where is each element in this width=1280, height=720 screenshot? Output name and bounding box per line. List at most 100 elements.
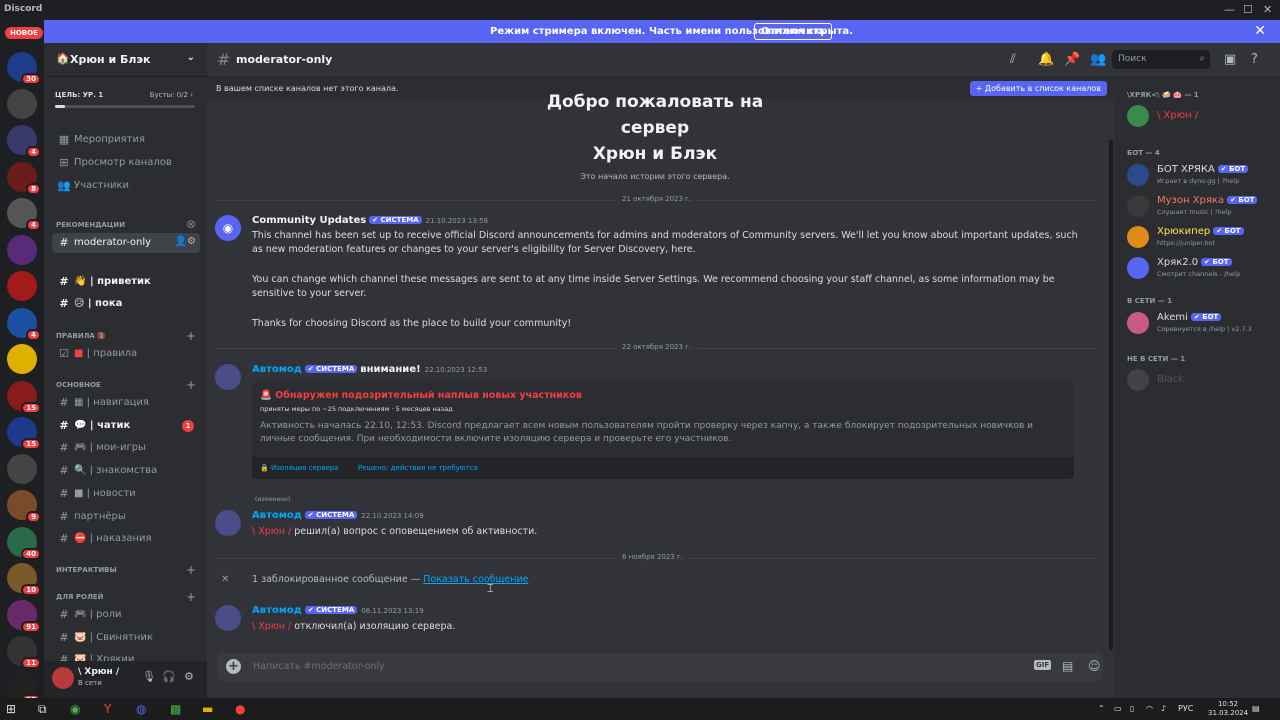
category-interactive[interactable]: ИНТЕРАКТИВЫ + [48,563,200,577]
guild-header[interactable]: 🏠 Хрюн и Блэк ⌄ [44,43,207,77]
battery-icon[interactable]: ▯ [1130,704,1134,713]
channel-item[interactable]: # 💬 | чатик 1 [52,416,200,436]
message-author[interactable]: Автомод [252,364,302,375]
member-owner[interactable]: \ Хрюн / [1125,102,1275,132]
volume-icon[interactable]: ♪ [1161,704,1166,713]
server-icon[interactable]: 91 [7,599,41,633]
gear-icon[interactable]: ⚙ [184,670,194,683]
close-icon[interactable]: ✕ [221,574,229,585]
member-item[interactable]: БОТ ХРЯКА ✔ БОТ Играет в dyno.gg | ?help [1125,161,1275,191]
server-icon[interactable]: 11 [7,636,41,669]
add-channel-icon[interactable]: + [186,378,196,392]
channel-item[interactable]: # ▦ | навигация [52,393,200,413]
channel-item[interactable]: # ■ | новости [52,484,200,504]
server-icon[interactable]: 30 [7,52,41,85]
avatar[interactable] [52,667,74,689]
obs-icon[interactable]: ● [235,702,245,716]
minimize-button[interactable]: — [1224,3,1235,16]
server-icon[interactable]: 10 [7,563,41,596]
new-badge[interactable]: НОВОЕ [5,27,43,39]
avatar[interactable] [215,605,241,631]
avatar[interactable] [215,364,241,390]
user-name[interactable]: \ Хрюн / [78,667,119,677]
server-icon[interactable] [7,88,37,119]
member-offline[interactable]: Black [1125,366,1275,396]
channel-item[interactable]: # 🐷 | Свинятник [52,628,200,648]
member-item[interactable]: Хрюкипер ✔ БОТ https://juniper.bot [1125,223,1275,253]
server-icon[interactable]: 8 [7,161,41,195]
yandex-icon[interactable]: Y [104,702,111,716]
channel-item[interactable]: # 🎮 | мои-игры [52,438,200,458]
network-icon[interactable]: ▭ [1114,704,1122,713]
minecraft-icon[interactable]: ▩ [170,702,181,716]
server-icon[interactable] [7,271,37,301]
help-icon[interactable]: ? [1251,52,1258,67]
category-roles[interactable]: ДЛЯ РОЛЕЙ + [48,590,200,604]
channel-settings-icon[interactable]: 👤⚙ [175,236,196,247]
channel-rules[interactable]: ☑ ■ | правила [52,344,200,364]
server-icon[interactable]: 4 [7,198,41,231]
server-icon[interactable]: 4 [7,307,41,341]
chrome-icon[interactable]: ◉ [70,702,80,716]
add-channel-icon[interactable]: + [186,563,196,577]
threads-icon[interactable]: ⫽ [1010,52,1016,67]
sidebar-item-browse-channels[interactable]: ⊞ Просмотр каналов [52,153,200,173]
resolved-link[interactable]: Решено: действия не требуются [358,464,478,472]
folder-icon[interactable]: ▬ [202,702,213,716]
maximize-button[interactable]: ☐ [1243,3,1253,16]
category-main[interactable]: ОСНОВНОЕ + [48,378,200,392]
member-list-icon[interactable]: 👥 [1090,52,1106,67]
server-icon[interactable]: 15 [7,380,41,414]
chevron-up-icon[interactable]: ⌃ [1098,704,1105,713]
message-composer[interactable]: + Написать #moderator-only GIF ▤ ☺ [217,653,1103,681]
channel-item[interactable]: # ⛔ | наказания [52,529,200,549]
category-rules[interactable]: ПРАВИЛА 🔞 + [48,329,200,343]
clock[interactable]: 10:52 31.03.2024 [1208,700,1248,718]
sidebar-item-events[interactable]: ▦ Мероприятия [52,130,200,150]
boost-goal[interactable]: ЦЕЛЬ: УР. 1 Бусты: 0/2 › [44,83,207,111]
emoji-icon[interactable]: ☺ [1088,659,1101,673]
wifi-icon[interactable]: ◠ [1146,704,1153,713]
channel-poka[interactable]: # 😥 | пока [52,294,200,314]
close-banner-icon[interactable]: ✕ [1254,23,1266,39]
close-icon[interactable]: ⊗ [186,217,196,231]
server-lockdown-link[interactable]: 🔒 Изоляция сервера [260,464,338,472]
server-icon[interactable] [7,234,37,265]
channel-item[interactable]: # 🔍 | знакомства [52,461,200,481]
search-input[interactable]: Поиск ⌕ [1112,50,1210,69]
headphones-icon[interactable]: 🎧 [162,670,176,683]
add-channel-icon[interactable]: + [186,329,196,343]
close-window-button[interactable]: ✕ [1263,3,1272,16]
avatar[interactable] [215,510,241,536]
show-message-link[interactable]: Показать сообщение [423,574,528,585]
member-item[interactable]: Хряк2.0 ✔ БОТ Смотрит channels - /help [1125,254,1275,284]
discord-taskbar-icon[interactable]: ◍ [136,702,146,716]
language-indicator[interactable]: РУС [1178,704,1193,713]
composer-placeholder[interactable]: Написать #moderator-only [253,661,385,672]
add-attachment-icon[interactable]: + [226,659,241,674]
gif-icon[interactable]: GIF [1034,660,1052,670]
server-icon[interactable]: 15 [7,417,41,450]
discord-logo-icon[interactable]: ◉ [215,215,241,241]
disable-streamer-mode-button[interactable]: Отключить [754,23,833,40]
message-author[interactable]: Автомод [252,510,302,521]
add-channel-icon[interactable]: + [186,590,196,604]
windows-start-icon[interactable]: ⊞ [6,702,16,716]
sidebar-item-members[interactable]: 👥 Участники [52,176,200,196]
bell-icon[interactable]: 🔔 [1038,52,1054,67]
sticker-icon[interactable]: ▤ [1062,659,1073,673]
message-author[interactable]: Автомод [252,605,302,616]
category-recommended[interactable]: РЕКОМЕНДАЦИИ ⊗ [48,217,200,232]
chevron-down-icon[interactable]: ⌄ [187,52,195,63]
server-icon[interactable]: 40 [7,526,41,560]
member-item[interactable]: Музон Хряка ✔ БОТ Слушает music | !help [1125,192,1275,222]
channel-item[interactable]: # партнёры [52,507,200,527]
server-icon[interactable] [7,453,37,484]
channel-privetik[interactable]: # 👋 | приветик [52,272,200,292]
task-view-icon[interactable]: ⧉ [38,702,47,717]
notifications-icon[interactable]: ▤ [1252,704,1260,713]
channel-item[interactable]: # 🎮 | роли [52,605,200,625]
channel-moderator-only[interactable]: # moderator-only 👤⚙ [52,233,200,253]
server-icon[interactable]: 4 [7,125,41,158]
inbox-icon[interactable]: ▣ [1224,52,1236,67]
